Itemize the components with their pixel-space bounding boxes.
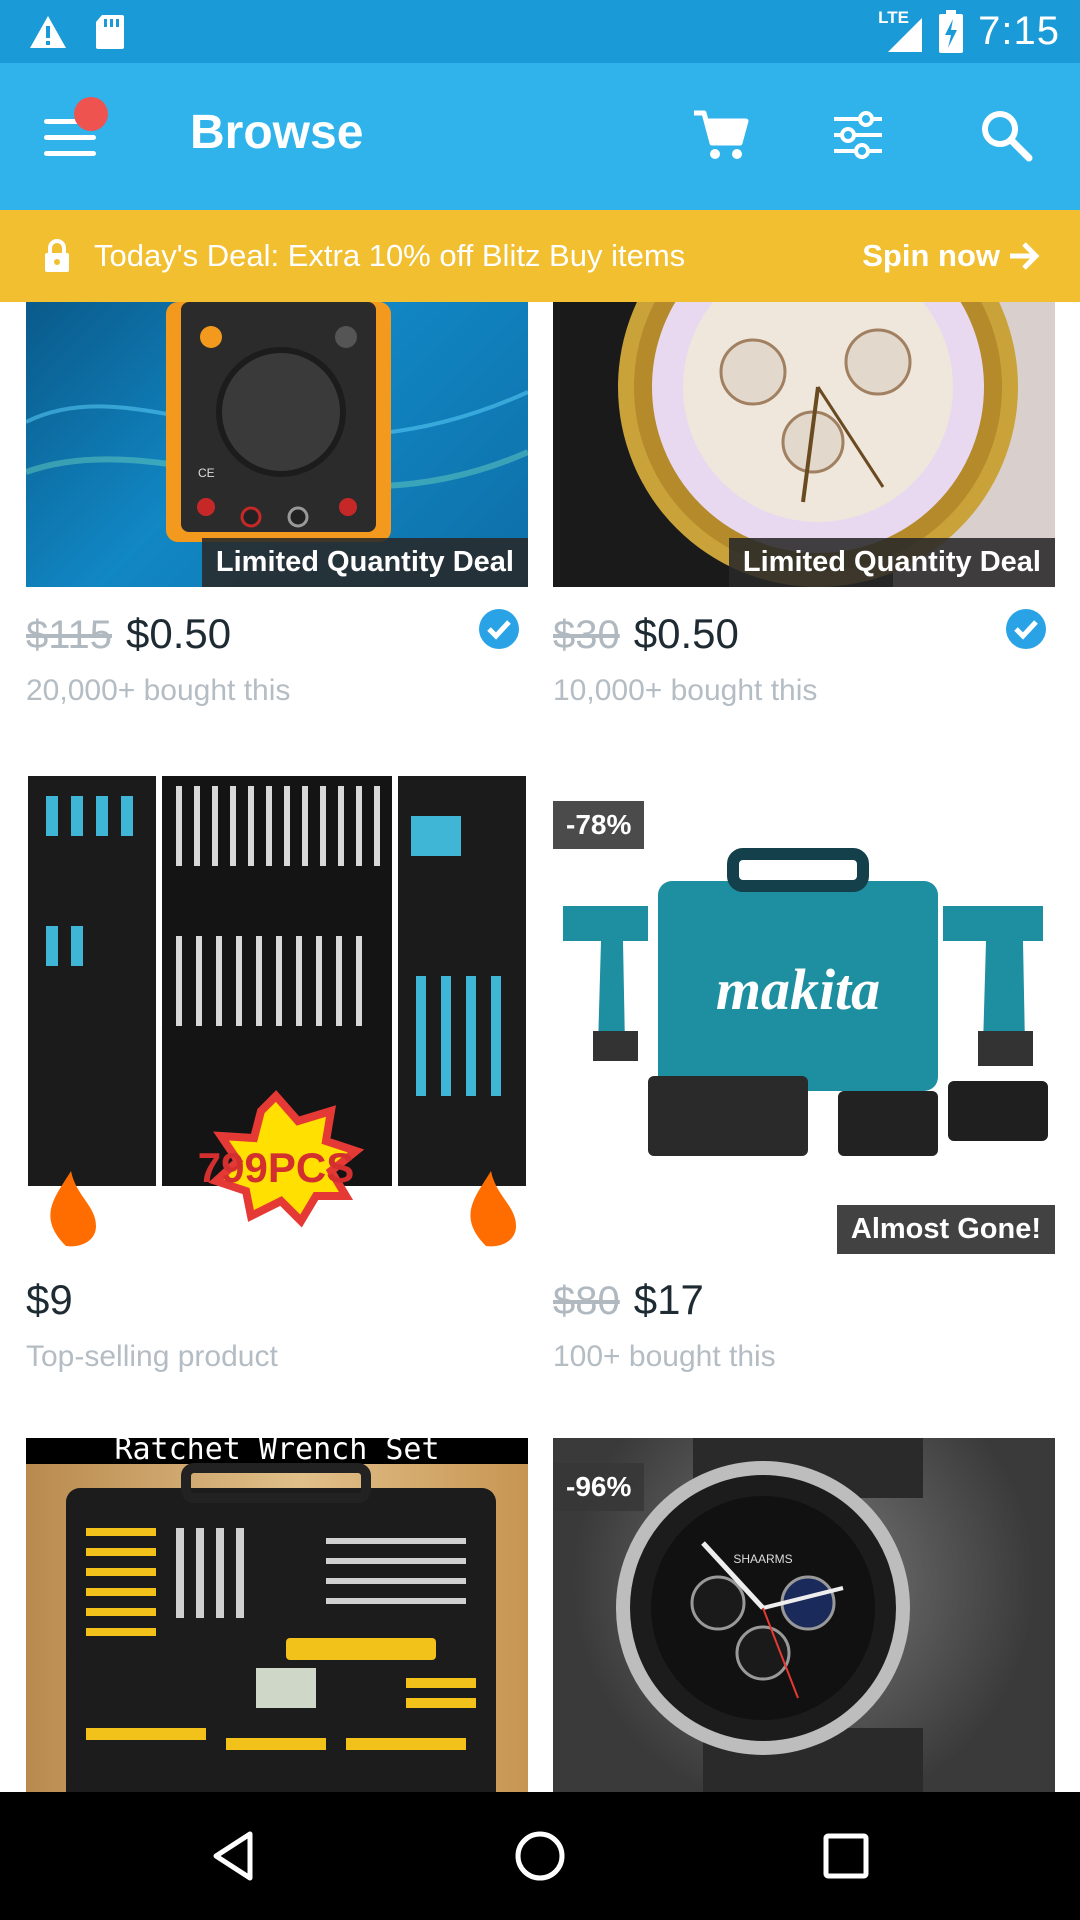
status-bar: LTE 7:15 (0, 0, 1080, 63)
product-card[interactable]: makita -78% Almost Gone! $80 $17 100+ bo… (553, 776, 1055, 1416)
product-image-text: SHAARMS (733, 1552, 792, 1566)
product-feed[interactable]: CE Limited Quantity Deal $115 $0.50 20,0… (0, 302, 1080, 1792)
discount-tag: -78% (553, 801, 645, 849)
warning-icon (30, 15, 66, 48)
product-image[interactable]: SHAARMS -96% (553, 1438, 1055, 1792)
product-card[interactable]: Limited Quantity Deal $30 $0.50 10,000+ … (553, 302, 1055, 742)
deal-label: Limited Quantity Deal (201, 538, 528, 587)
product-card[interactable]: 799PCS $9 Top-selling product (26, 776, 528, 1416)
original-price: $30 (553, 613, 620, 657)
home-icon[interactable] (512, 1828, 568, 1884)
price-row: $80 $17 (553, 1276, 704, 1324)
sd-card-icon (96, 14, 124, 49)
verified-badge-icon (479, 609, 519, 649)
original-price: $80 (553, 1279, 620, 1323)
product-image[interactable]: Ratchet Wrench Set (26, 1438, 528, 1792)
deal-banner[interactable]: Today's Deal: Extra 10% off Blitz Buy it… (0, 210, 1080, 302)
discount-tag: -96% (553, 1463, 645, 1511)
stock-label: Almost Gone! (836, 1205, 1055, 1254)
product-image[interactable]: makita -78% Almost Gone! (553, 776, 1055, 1254)
arrow-right-icon (1010, 242, 1040, 270)
recents-icon[interactable] (818, 1828, 874, 1884)
svg-text:CE: CE (198, 466, 215, 480)
purchase-count: 10,000+ bought this (553, 674, 818, 707)
verified-badge-icon (1006, 609, 1046, 649)
product-image[interactable]: Limited Quantity Deal (553, 302, 1055, 587)
notification-dot (74, 97, 108, 131)
page-title: Browse (190, 106, 364, 159)
product-card[interactable]: CE Limited Quantity Deal $115 $0.50 20,0… (26, 302, 528, 742)
lock-icon (45, 239, 69, 272)
spin-now-link[interactable]: Spin now (862, 238, 1040, 274)
price-row: $9 (26, 1276, 73, 1324)
menu-button[interactable] (44, 97, 108, 157)
back-icon[interactable] (208, 1828, 264, 1884)
navigation-bar (0, 1792, 1080, 1920)
sale-price: $9 (26, 1276, 73, 1323)
cart-icon[interactable] (690, 105, 750, 165)
purchase-count: 20,000+ bought this (26, 674, 291, 707)
product-card[interactable]: SHAARMS -96% (553, 1438, 1055, 1792)
filter-icon[interactable] (828, 105, 888, 165)
battery-charging-icon (939, 9, 964, 53)
sale-price: $0.50 (633, 610, 739, 657)
product-image-text: makita (716, 957, 880, 1022)
product-card[interactable]: Ratchet Wrench Set (26, 1438, 528, 1792)
deal-label: Limited Quantity Deal (728, 538, 1055, 587)
deal-text: Today's Deal: Extra 10% off Blitz Buy it… (94, 238, 686, 273)
sale-price: $0.50 (126, 610, 232, 657)
original-price: $115 (26, 613, 113, 657)
price-row: $30 $0.50 (553, 610, 739, 658)
purchase-count: 100+ bought this (553, 1340, 776, 1373)
product-image-text: 799PCS (198, 1144, 354, 1191)
price-row: $115 $0.50 (26, 610, 231, 658)
product-subtitle: Top-selling product (26, 1340, 278, 1373)
search-icon[interactable] (976, 105, 1036, 165)
signal-icon: LTE (878, 8, 924, 54)
sale-price: $17 (633, 1276, 704, 1323)
clock: 7:15 (978, 9, 1060, 53)
app-bar: Browse (0, 63, 1080, 210)
product-image[interactable]: 799PCS (26, 776, 528, 1254)
product-image[interactable]: CE Limited Quantity Deal (26, 302, 528, 587)
spin-now-label: Spin now (862, 238, 1000, 273)
